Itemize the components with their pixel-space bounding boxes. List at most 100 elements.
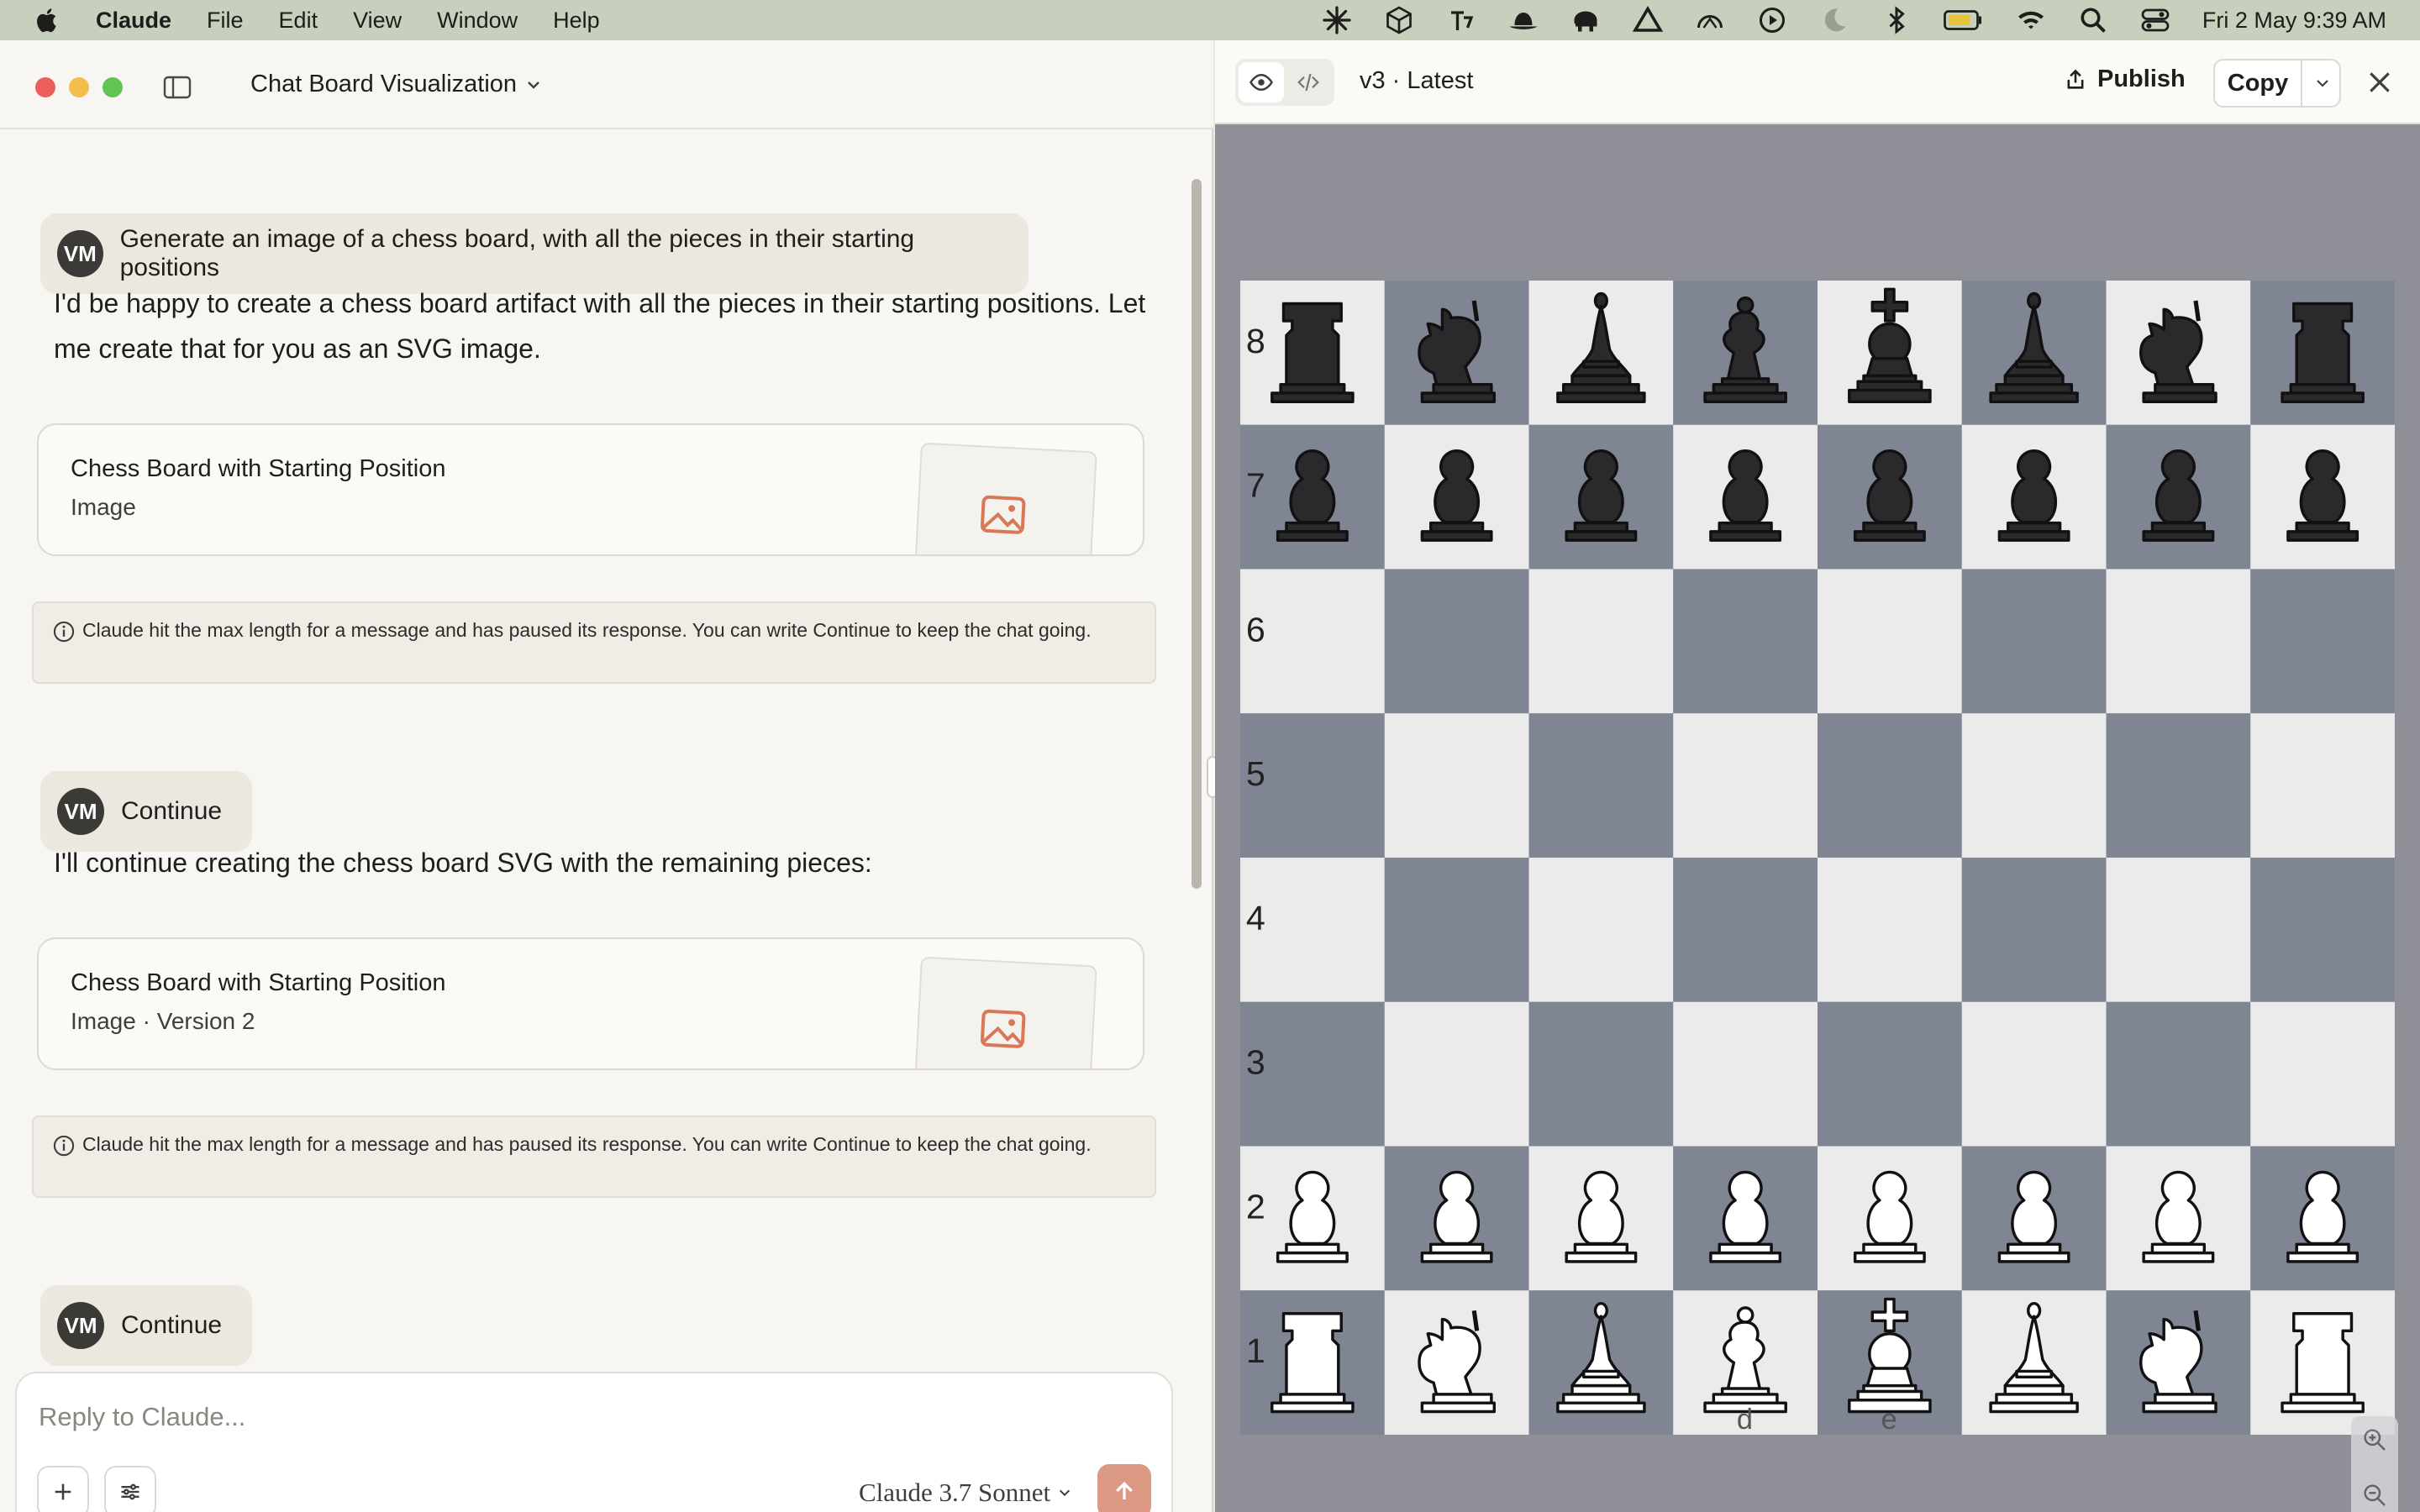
- artifact-thumbnail: [914, 442, 1097, 554]
- notice-text: Claude hit the max length for a message …: [82, 1133, 1092, 1155]
- board-square-g6: [2106, 569, 2251, 714]
- elephant-icon[interactable]: [1570, 5, 1601, 35]
- max-length-notice: Claude hit the max length for a message …: [32, 601, 1156, 684]
- board-square-h4: [2250, 858, 2395, 1002]
- rank-label: 8: [1246, 322, 1265, 360]
- board-square-c4: [1528, 858, 1674, 1002]
- chevron-down-icon: [2317, 80, 2328, 87]
- rank-label: 4: [1246, 899, 1265, 937]
- board-square-c6: [1528, 569, 1674, 714]
- preview-tab[interactable]: [1239, 62, 1284, 102]
- chat-title: Chat Board Visualization: [250, 71, 518, 97]
- menu-edit[interactable]: Edit: [279, 8, 318, 34]
- bluetooth-icon[interactable]: [1881, 5, 1912, 35]
- zoom-controls: [2351, 1416, 2398, 1512]
- publish-button[interactable]: Publish: [2064, 66, 2186, 93]
- battery-icon[interactable]: [1944, 5, 1984, 35]
- board-square-c3: [1528, 1001, 1674, 1147]
- version-label[interactable]: v3 · Latest: [1360, 67, 1473, 95]
- board-square-h6: [2250, 569, 2395, 714]
- artifact-title: Chess Board with Starting Position: [71, 455, 446, 482]
- artifact-card[interactable]: Chess Board with Starting Position Image…: [37, 937, 1144, 1070]
- rank-label: 1: [1246, 1331, 1265, 1370]
- user-message-text: Continue: [121, 797, 223, 825]
- box-icon[interactable]: [1384, 5, 1414, 35]
- menu-help[interactable]: Help: [553, 8, 600, 34]
- view-toggle: [1235, 59, 1334, 106]
- control-center-icon[interactable]: [2140, 5, 2170, 35]
- arrow-up-icon: [1116, 1481, 1133, 1499]
- board-square-e3: [1818, 1001, 1962, 1147]
- wifi-icon[interactable]: [2016, 5, 2046, 35]
- rank-label: 5: [1246, 754, 1265, 793]
- info-icon: [53, 1135, 75, 1157]
- sliders-icon: [121, 1483, 139, 1500]
- rank-label: 6: [1246, 610, 1265, 648]
- window-minimize-button[interactable]: [69, 77, 89, 97]
- chevron-down-icon: [528, 81, 539, 89]
- copy-button-group: Copy: [2213, 59, 2341, 108]
- user-message-text: Generate an image of a chess board, with…: [119, 225, 915, 281]
- board-square-e5: [1818, 713, 1962, 858]
- menu-file[interactable]: File: [207, 8, 244, 34]
- zoom-out-icon: [2364, 1484, 2386, 1506]
- menu-window[interactable]: Window: [437, 8, 518, 34]
- publish-label: Publish: [2097, 66, 2186, 92]
- board-square-f6: [1961, 569, 2107, 714]
- artifact-panel: v3 · Latest Publish Copy 8 7 6 5 4 3 2 1 d e: [1215, 40, 2420, 1512]
- window-zoom-button[interactable]: [103, 77, 123, 97]
- model-selector[interactable]: Claude 3.7 Sonnet: [859, 1478, 1072, 1508]
- chat-scrollbar[interactable]: [1192, 179, 1202, 889]
- info-icon: [53, 621, 75, 643]
- share-icon: [2067, 69, 2084, 89]
- code-tab[interactable]: [1286, 62, 1331, 102]
- window-close-button[interactable]: [35, 77, 55, 97]
- file-label: e: [1881, 1404, 1897, 1435]
- menu-view[interactable]: View: [353, 8, 402, 34]
- bowler-hat-icon[interactable]: [1508, 5, 1539, 35]
- board-square-d5: [1673, 713, 1818, 858]
- copy-options-button[interactable]: [2304, 60, 2341, 106]
- board-square-d4: [1673, 858, 1818, 1002]
- artifact-card[interactable]: Chess Board with Starting Position Image: [37, 423, 1144, 556]
- board-square-f5: [1961, 713, 2107, 858]
- add-attachment-button[interactable]: [37, 1466, 89, 1512]
- apple-icon[interactable]: [34, 6, 62, 34]
- avatar: VM: [57, 788, 104, 835]
- chat-transcript[interactable]: VM Generate an image of a chess board, w…: [0, 131, 1213, 1366]
- user-message: VM Continue: [40, 1285, 253, 1366]
- close-icon[interactable]: [2366, 69, 2393, 96]
- board-square-e4: [1818, 858, 1962, 1002]
- menubar-clock[interactable]: Fri 2 May 9:39 AM: [2202, 8, 2386, 34]
- board-square-h5: [2250, 713, 2395, 858]
- chat-title-dropdown[interactable]: Chat Board Visualization: [250, 71, 542, 98]
- sidebar-toggle-icon[interactable]: [163, 76, 192, 99]
- rank-label: 3: [1246, 1043, 1265, 1082]
- agent-icon[interactable]: [1446, 5, 1476, 35]
- copy-button[interactable]: Copy: [2215, 60, 2302, 106]
- zoom-in-icon: [2364, 1429, 2386, 1451]
- claude-spark-icon[interactable]: [1322, 5, 1352, 35]
- play-circle-icon[interactable]: [1757, 5, 1787, 35]
- speedometer-icon[interactable]: [1695, 5, 1725, 35]
- board-square-b5: [1384, 713, 1529, 858]
- board-square-d6: [1673, 569, 1818, 714]
- rank-label: 7: [1246, 466, 1265, 505]
- options-button[interactable]: [104, 1466, 156, 1512]
- reply-input[interactable]: [39, 1399, 1131, 1436]
- drive-icon[interactable]: [1632, 5, 1663, 35]
- menu-app-claude[interactable]: Claude: [96, 8, 171, 34]
- moon-icon[interactable]: [1819, 5, 1849, 35]
- board-square-g3: [2106, 1001, 2251, 1147]
- assistant-message: I'd be happy to create a chess board art…: [54, 288, 1146, 364]
- zoom-out-button[interactable]: [2361, 1482, 2388, 1509]
- user-message-text: Continue: [121, 1311, 223, 1339]
- zoom-in-button[interactable]: [2361, 1426, 2388, 1453]
- board-square-b4: [1384, 858, 1529, 1002]
- composer: Claude 3.7 Sonnet: [15, 1372, 1173, 1512]
- search-icon[interactable]: [2078, 5, 2108, 35]
- plus-icon: [55, 1483, 71, 1500]
- avatar: VM: [57, 230, 103, 277]
- send-button[interactable]: [1097, 1464, 1151, 1512]
- assistant-message: I'll continue creating the chess board S…: [54, 848, 872, 878]
